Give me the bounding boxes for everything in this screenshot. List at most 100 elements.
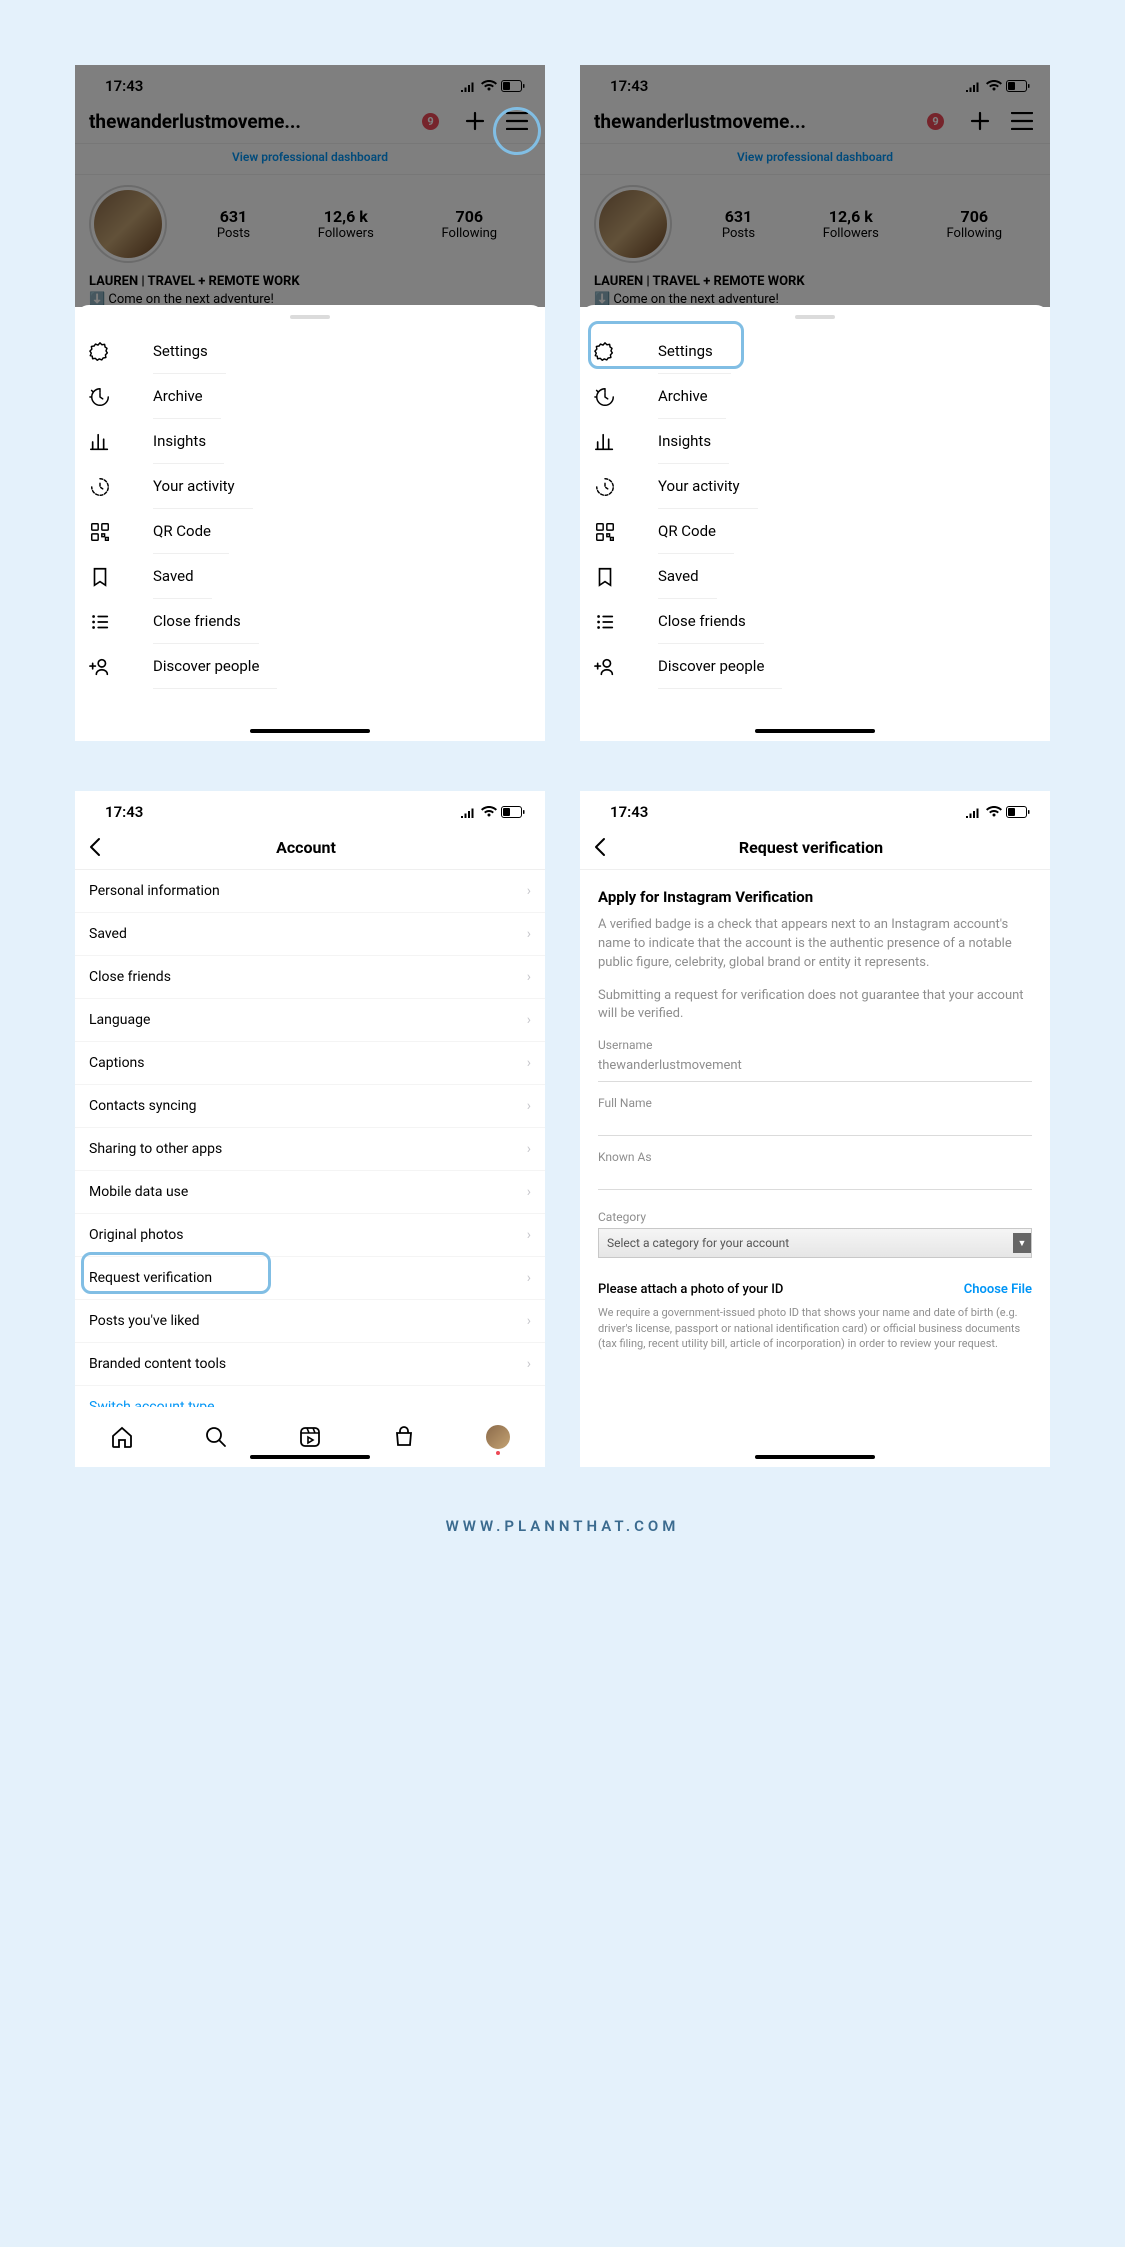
menu-insights[interactable]: Insights	[75, 419, 545, 464]
item-close-friends[interactable]: Close friends›	[75, 956, 545, 999]
menu-settings[interactable]: Settings	[75, 329, 545, 374]
item-original-photos[interactable]: Original photos›	[75, 1214, 545, 1257]
chevron-right-icon: ›	[527, 969, 531, 985]
menu-qr[interactable]: QR Code	[75, 509, 545, 554]
nav-header: Account	[75, 829, 545, 870]
create-icon[interactable]	[461, 107, 489, 135]
chevron-right-icon: ›	[527, 1227, 531, 1243]
choose-file-button[interactable]: Choose File	[964, 1282, 1032, 1297]
item-contacts-syncing[interactable]: Contacts syncing›	[75, 1085, 545, 1128]
insights-icon	[594, 431, 616, 453]
item-mobile-data[interactable]: Mobile data use›	[75, 1171, 545, 1214]
form-description-1: A verified badge is a check that appears…	[598, 916, 1032, 973]
form-description-2: Submitting a request for verification do…	[598, 987, 1032, 1025]
screen-account: 17:43 Account Personal information› Save…	[75, 791, 545, 1467]
qr-icon	[594, 521, 616, 543]
tab-profile-avatar[interactable]	[486, 1425, 510, 1449]
chevron-right-icon: ›	[527, 926, 531, 942]
item-personal-information[interactable]: Personal information›	[75, 870, 545, 913]
menu-close-friends[interactable]: Close friends	[580, 599, 1050, 644]
chevron-right-icon: ›	[527, 1270, 531, 1286]
username[interactable]: thewanderlustmoveme...	[594, 110, 925, 133]
menu-activity[interactable]: Your activity	[580, 464, 1050, 509]
status-indicators	[460, 80, 525, 92]
page-title: Request verification	[586, 838, 1036, 857]
tab-reels-icon[interactable]	[298, 1425, 322, 1449]
item-sharing[interactable]: Sharing to other apps›	[75, 1128, 545, 1171]
sheet-handle[interactable]	[290, 315, 330, 319]
insights-icon	[89, 431, 111, 453]
home-indicator[interactable]	[755, 729, 875, 733]
profile-stats-row: 631 Posts 12,6 k Followers 706 Following	[75, 175, 545, 273]
dashboard-link[interactable]: View professional dashboard	[75, 143, 545, 175]
item-posts-liked[interactable]: Posts you've liked›	[75, 1300, 545, 1343]
username[interactable]: thewanderlustmoveme...	[89, 110, 420, 133]
status-indicators	[965, 80, 1030, 92]
dashboard-link[interactable]: View professional dashboard	[580, 143, 1050, 175]
discover-icon	[594, 656, 616, 678]
create-icon[interactable]	[966, 107, 994, 135]
hamburger-icon[interactable]	[1008, 107, 1036, 135]
home-indicator[interactable]	[755, 1455, 875, 1459]
tab-search-icon[interactable]	[204, 1425, 228, 1449]
stat-following[interactable]: 706 Following	[442, 207, 498, 241]
sheet-handle[interactable]	[795, 315, 835, 319]
saved-icon	[89, 566, 111, 588]
menu-sheet: Settings Archive Insights Your activity …	[75, 305, 545, 741]
activity-icon	[594, 476, 616, 498]
username-value: thewanderlustmovement	[598, 1054, 1032, 1082]
settings-icon	[594, 341, 616, 363]
notification-badge: 9	[422, 113, 439, 130]
chevron-right-icon: ›	[527, 1141, 531, 1157]
menu-insights[interactable]: Insights	[580, 419, 1050, 464]
menu-saved[interactable]: Saved	[580, 554, 1050, 599]
menu-settings[interactable]: Settings	[580, 329, 1050, 374]
form-heading: Apply for Instagram Verification	[598, 888, 1032, 906]
chevron-right-icon: ›	[527, 883, 531, 899]
home-indicator[interactable]	[250, 729, 370, 733]
close-friends-icon	[594, 611, 616, 633]
profile-header: thewanderlustmoveme... 9	[580, 103, 1050, 143]
menu-archive[interactable]: Archive	[580, 374, 1050, 419]
status-bar: 17:43	[580, 791, 1050, 829]
qr-icon	[89, 521, 111, 543]
menu-activity[interactable]: Your activity	[75, 464, 545, 509]
stat-following[interactable]: 706 Following	[947, 207, 1003, 241]
menu-qr[interactable]: QR Code	[580, 509, 1050, 554]
hamburger-icon[interactable]	[503, 107, 531, 135]
stat-followers[interactable]: 12,6 k Followers	[823, 207, 879, 241]
home-indicator[interactable]	[250, 1455, 370, 1459]
chevron-right-icon: ›	[527, 1055, 531, 1071]
item-captions[interactable]: Captions›	[75, 1042, 545, 1085]
chevron-right-icon: ›	[527, 1098, 531, 1114]
chevron-right-icon: ›	[527, 1184, 531, 1200]
status-indicators	[460, 806, 525, 818]
stat-followers[interactable]: 12,6 k Followers	[318, 207, 374, 241]
avatar[interactable]	[89, 185, 167, 263]
item-request-verification[interactable]: Request verification›	[75, 1257, 545, 1300]
tab-home-icon[interactable]	[110, 1425, 134, 1449]
stat-posts[interactable]: 631 Posts	[217, 207, 250, 241]
chevron-right-icon: ›	[527, 1313, 531, 1329]
menu-close-friends[interactable]: Close friends	[75, 599, 545, 644]
attach-label: Please attach a photo of your ID	[598, 1282, 783, 1297]
status-time: 17:43	[610, 803, 648, 821]
category-select[interactable]: Select a category for your account ▼	[598, 1228, 1032, 1258]
fullname-field[interactable]	[598, 1112, 1032, 1136]
stat-posts[interactable]: 631 Posts	[722, 207, 755, 241]
menu-archive[interactable]: Archive	[75, 374, 545, 419]
item-branded-content[interactable]: Branded content tools›	[75, 1343, 545, 1386]
tab-shop-icon[interactable]	[392, 1425, 416, 1449]
menu-discover[interactable]: Discover people	[580, 644, 1050, 689]
nav-header: Request verification	[580, 829, 1050, 870]
status-time: 17:43	[610, 77, 648, 95]
knownas-field[interactable]	[598, 1166, 1032, 1190]
avatar[interactable]	[594, 185, 672, 263]
account-list: Personal information› Saved› Close frien…	[75, 870, 545, 1461]
status-bar: 17:43	[580, 65, 1050, 103]
knownas-label: Known As	[598, 1150, 1032, 1164]
item-saved[interactable]: Saved›	[75, 913, 545, 956]
item-language[interactable]: Language›	[75, 999, 545, 1042]
menu-saved[interactable]: Saved	[75, 554, 545, 599]
menu-discover[interactable]: Discover people	[75, 644, 545, 689]
